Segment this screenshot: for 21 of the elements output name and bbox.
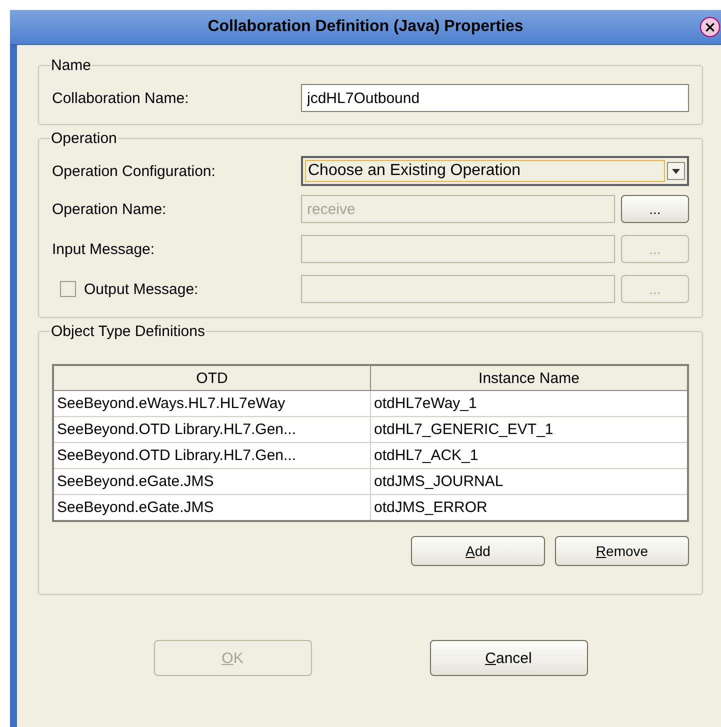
dialog-button[interactable]: Cancel — [430, 640, 588, 676]
field-label: Collaboration Name: — [52, 90, 190, 106]
group-title: Name — [50, 57, 92, 74]
group-title: Object Type Definitions — [50, 323, 206, 340]
field-label: Output Message: — [84, 280, 198, 298]
table-cell: SeeBeyond.eWays.HL7.HL7eWay — [53, 390, 370, 416]
table-cell: SeeBeyond.OTD Library.HL7.Gen... — [53, 442, 370, 468]
field-label: Input Message: — [52, 240, 156, 258]
column-header[interactable]: OTD — [53, 365, 370, 390]
table-action-button[interactable]: Remove — [555, 536, 689, 566]
window-title: Collaboration Definition (Java) Properties — [208, 18, 524, 36]
dropdown[interactable]: Choose an Existing Operation — [301, 156, 689, 186]
table-cell: SeeBeyond.eGate.JMS — [53, 468, 370, 494]
group-title: Operation — [50, 130, 118, 147]
field-label: Operation Name: — [52, 200, 168, 218]
column-header[interactable]: Instance Name — [370, 365, 688, 390]
table-action-button[interactable]: Add — [411, 536, 545, 566]
close-button[interactable]: × — [700, 17, 720, 37]
table-cell: SeeBeyond.OTD Library.HL7.Gen... — [53, 416, 370, 442]
field-label: Operation Configuration: — [52, 162, 216, 180]
input-field[interactable]: jcdHL7Outbound — [301, 84, 689, 112]
